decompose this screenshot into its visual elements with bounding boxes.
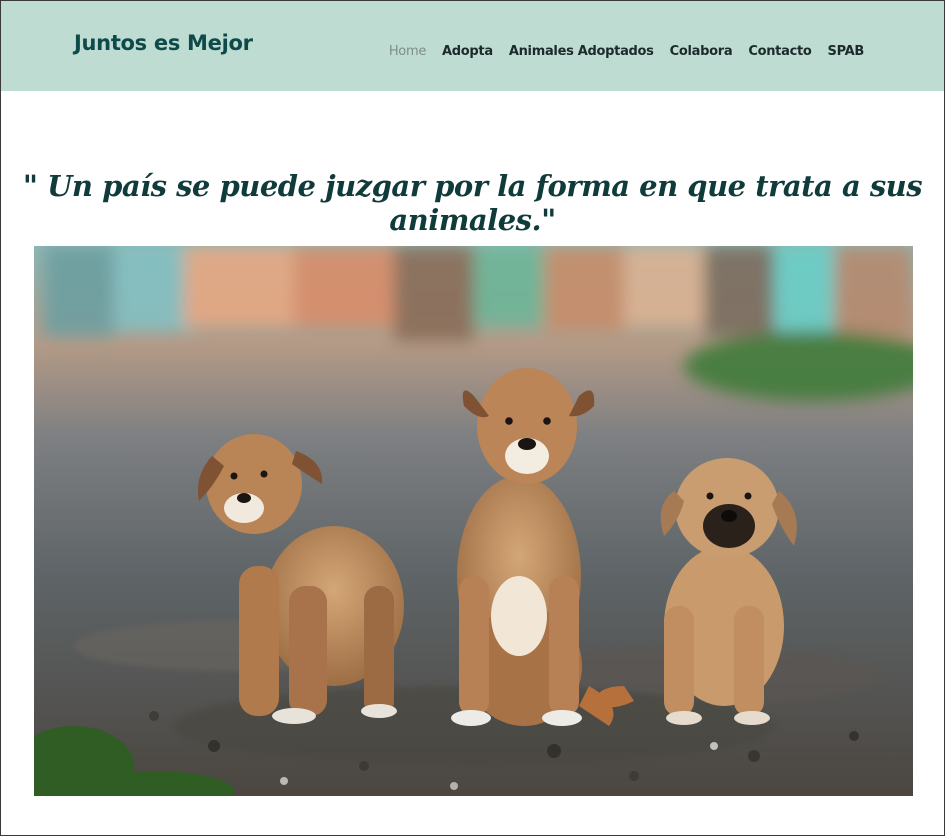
nav-link-spab[interactable]: SPAB xyxy=(828,44,865,59)
nav-link-adopta[interactable]: Adopta xyxy=(442,44,493,59)
nav-item-animales-adoptados: Animales Adoptados xyxy=(509,40,654,59)
nav-item-contacto: Contacto xyxy=(748,40,811,59)
main-nav: Home Adopta Animales Adoptados Colabora … xyxy=(389,40,864,59)
nav-link-animales-adoptados[interactable]: Animales Adoptados xyxy=(509,44,654,59)
nav-item-colabora: Colabora xyxy=(670,40,733,59)
nav-link-colabora[interactable]: Colabora xyxy=(670,44,733,59)
hero-image xyxy=(34,246,913,796)
nav-item-home: Home xyxy=(389,40,427,59)
nav-item-adopta: Adopta xyxy=(442,40,493,59)
hero-quote: " Un país se puede juzgar por la forma e… xyxy=(22,169,923,237)
three-puppies-photo xyxy=(34,246,913,796)
nav-item-spab: SPAB xyxy=(828,40,865,59)
nav-link-contacto[interactable]: Contacto xyxy=(748,44,811,59)
nav-link-home[interactable]: Home xyxy=(389,44,427,59)
top-navbar: Juntos es Mejor Home Adopta Animales Ado… xyxy=(1,1,944,91)
brand-logo-link[interactable]: Juntos es Mejor xyxy=(74,31,253,55)
